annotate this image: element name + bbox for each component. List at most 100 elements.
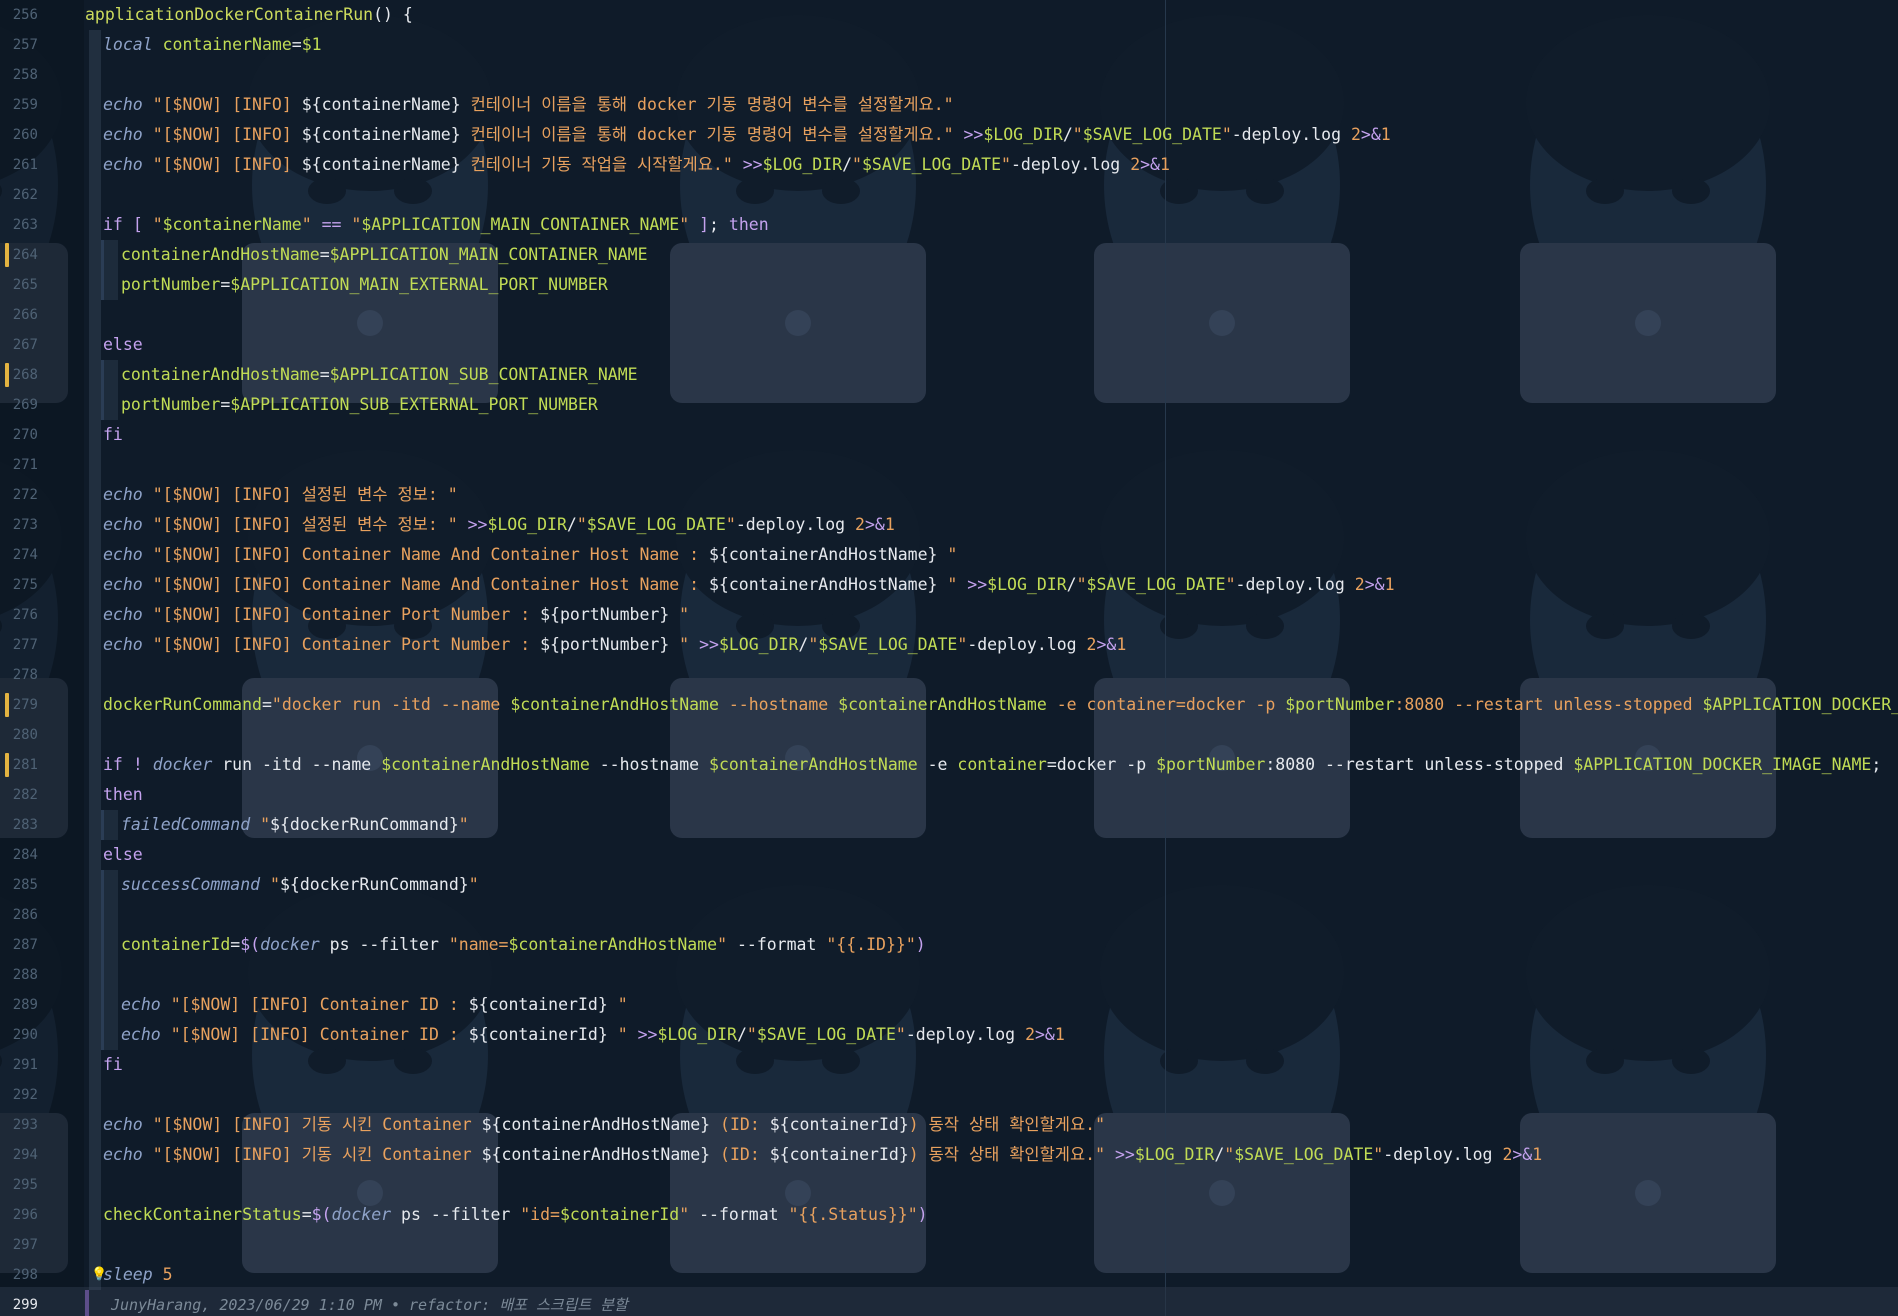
line-number[interactable]: 275: [0, 570, 38, 600]
code-line-268[interactable]: 268 containerAndHostName=$APPLICATION_SUB…: [0, 360, 1898, 390]
line-number[interactable]: 274: [0, 540, 38, 570]
line-number[interactable]: 257: [0, 30, 38, 60]
line-number[interactable]: 261: [0, 150, 38, 180]
line-number[interactable]: 278: [0, 660, 38, 690]
code-line-293[interactable]: 293 echo "[$NOW] [INFO] 기동 시킨 Container $…: [0, 1110, 1898, 1140]
code-line-278[interactable]: 278: [0, 660, 1898, 690]
code-line-273[interactable]: 273 echo "[$NOW] [INFO] 설정된 변수 정보: " >>$L…: [0, 510, 1898, 540]
code-line-265[interactable]: 265 portNumber=$APPLICATION_MAIN_EXTERNAL…: [0, 270, 1898, 300]
line-number[interactable]: 286: [0, 900, 38, 930]
line-number[interactable]: 262: [0, 180, 38, 210]
code-line-285[interactable]: 285 successCommand "${dockerRunCommand}": [0, 870, 1898, 900]
code-text[interactable]: else: [103, 330, 143, 360]
code-text[interactable]: echo "[$NOW] [INFO] Container ID : ${con…: [121, 990, 628, 1020]
line-number[interactable]: 292: [0, 1080, 38, 1110]
code-text[interactable]: then: [103, 780, 143, 810]
code-line-258[interactable]: 258: [0, 60, 1898, 90]
line-number[interactable]: 296: [0, 1200, 38, 1230]
code-editor[interactable]: 256 applicationDockerContainerRun() { 257 l…: [0, 0, 1898, 1316]
line-number[interactable]: 280: [0, 720, 38, 750]
line-number[interactable]: 283: [0, 810, 38, 840]
line-number[interactable]: 273: [0, 510, 38, 540]
code-text[interactable]: containerAndHostName=$APPLICATION_SUB_CO…: [121, 360, 638, 390]
line-number[interactable]: 266: [0, 300, 38, 330]
code-line-262[interactable]: 262: [0, 180, 1898, 210]
code-text[interactable]: echo "[$NOW] [INFO] Container Name And C…: [103, 540, 957, 570]
code-line-281[interactable]: 281 if ! docker run -itd --name $containe…: [0, 750, 1898, 780]
code-line-274[interactable]: 274 echo "[$NOW] [INFO] Container Name An…: [0, 540, 1898, 570]
code-text[interactable]: applicationDockerContainerRun() {: [85, 0, 413, 30]
vcs-modified-marker[interactable]: [5, 693, 9, 717]
code-line-288[interactable]: 288: [0, 960, 1898, 990]
code-line-284[interactable]: 284 else: [0, 840, 1898, 870]
line-number[interactable]: 299: [0, 1290, 38, 1316]
line-number[interactable]: 282: [0, 780, 38, 810]
code-text[interactable]: if ! docker run -itd --name $containerAn…: [103, 750, 1881, 780]
line-number[interactable]: 276: [0, 600, 38, 630]
code-line-263[interactable]: 263 if [ "$containerName" == "$APPLICATIO…: [0, 210, 1898, 240]
code-text[interactable]: echo "[$NOW] [INFO] Container Name And C…: [103, 570, 1395, 600]
code-line-267[interactable]: 267 else: [0, 330, 1898, 360]
line-number[interactable]: 260: [0, 120, 38, 150]
code-text[interactable]: echo "[$NOW] [INFO] 기동 시킨 Container ${co…: [103, 1110, 1105, 1140]
code-line-289[interactable]: 289 echo "[$NOW] [INFO] Container ID : ${…: [0, 990, 1898, 1020]
code-line-275[interactable]: 275 echo "[$NOW] [INFO] Container Name An…: [0, 570, 1898, 600]
code-line-269[interactable]: 269 portNumber=$APPLICATION_SUB_EXTERNAL_…: [0, 390, 1898, 420]
line-number[interactable]: 287: [0, 930, 38, 960]
code-line-276[interactable]: 276 echo "[$NOW] [INFO] Container Port Nu…: [0, 600, 1898, 630]
line-number[interactable]: 290: [0, 1020, 38, 1050]
code-lines[interactable]: 256 applicationDockerContainerRun() { 257 l…: [0, 0, 1898, 1316]
code-line-296[interactable]: 296 checkContainerStatus=$(docker ps --fi…: [0, 1200, 1898, 1230]
line-number[interactable]: 294: [0, 1140, 38, 1170]
code-text[interactable]: else: [103, 840, 143, 870]
line-number[interactable]: 258: [0, 60, 38, 90]
code-text[interactable]: portNumber=$APPLICATION_SUB_EXTERNAL_POR…: [121, 390, 598, 420]
code-text[interactable]: echo "[$NOW] [INFO] ${containerName} 컨테이…: [103, 120, 1391, 150]
vcs-modified-marker[interactable]: [5, 243, 9, 267]
line-number[interactable]: 271: [0, 450, 38, 480]
code-text[interactable]: sleep 5: [103, 1260, 173, 1290]
code-text[interactable]: containerAndHostName=$APPLICATION_MAIN_C…: [121, 240, 648, 270]
code-line-264[interactable]: 264 containerAndHostName=$APPLICATION_MAI…: [0, 240, 1898, 270]
code-text[interactable]: failedCommand "${dockerRunCommand}": [121, 810, 469, 840]
code-text[interactable]: successCommand "${dockerRunCommand}": [121, 870, 479, 900]
vcs-modified-marker[interactable]: [5, 753, 9, 777]
line-number[interactable]: 256: [0, 0, 38, 30]
code-text[interactable]: echo "[$NOW] [INFO] ${containerName} 컨테이…: [103, 90, 954, 120]
line-number[interactable]: 270: [0, 420, 38, 450]
code-text[interactable]: echo "[$NOW] [INFO] 설정된 변수 정보: " >>$LOG_…: [103, 510, 895, 540]
line-number[interactable]: 265: [0, 270, 38, 300]
line-number[interactable]: 295: [0, 1170, 38, 1200]
code-line-256[interactable]: 256 applicationDockerContainerRun() {: [0, 0, 1898, 30]
line-number[interactable]: 288: [0, 960, 38, 990]
code-line-295[interactable]: 295: [0, 1170, 1898, 1200]
code-line-283[interactable]: 283 failedCommand "${dockerRunCommand}": [0, 810, 1898, 840]
code-line-280[interactable]: 280: [0, 720, 1898, 750]
code-line-286[interactable]: 286: [0, 900, 1898, 930]
line-number[interactable]: 267: [0, 330, 38, 360]
code-text[interactable]: echo "[$NOW] [INFO] Container ID : ${con…: [121, 1020, 1065, 1050]
code-line-272[interactable]: 272 echo "[$NOW] [INFO] 설정된 변수 정보: ": [0, 480, 1898, 510]
code-text[interactable]: containerId=$(docker ps --filter "name=$…: [121, 930, 926, 960]
code-text[interactable]: echo "[$NOW] [INFO] 기동 시킨 Container ${co…: [103, 1140, 1542, 1170]
code-text[interactable]: local containerName=$1: [103, 30, 322, 60]
code-line-291[interactable]: 291 fi: [0, 1050, 1898, 1080]
code-line-292[interactable]: 292: [0, 1080, 1898, 1110]
line-number[interactable]: 293: [0, 1110, 38, 1140]
code-text[interactable]: checkContainerStatus=$(docker ps --filte…: [103, 1200, 928, 1230]
vcs-modified-marker[interactable]: [5, 363, 9, 387]
code-line-271[interactable]: 271: [0, 450, 1898, 480]
line-number[interactable]: 291: [0, 1050, 38, 1080]
code-line-current[interactable]: 299 JunyHarang, 2023/06/29 1:10 PM • refa…: [0, 1290, 1898, 1316]
line-number[interactable]: 289: [0, 990, 38, 1020]
line-number[interactable]: 297: [0, 1230, 38, 1260]
line-number[interactable]: 277: [0, 630, 38, 660]
code-line-279[interactable]: 279 dockerRunCommand="docker run -itd --n…: [0, 690, 1898, 720]
code-line-270[interactable]: 270 fi: [0, 420, 1898, 450]
code-text[interactable]: echo "[$NOW] [INFO] ${containerName} 컨테이…: [103, 150, 1170, 180]
line-number[interactable]: 284: [0, 840, 38, 870]
code-text[interactable]: fi: [103, 420, 123, 450]
line-number[interactable]: 272: [0, 480, 38, 510]
line-number[interactable]: 298: [0, 1260, 38, 1290]
code-line-294[interactable]: 294 echo "[$NOW] [INFO] 기동 시킨 Container $…: [0, 1140, 1898, 1170]
